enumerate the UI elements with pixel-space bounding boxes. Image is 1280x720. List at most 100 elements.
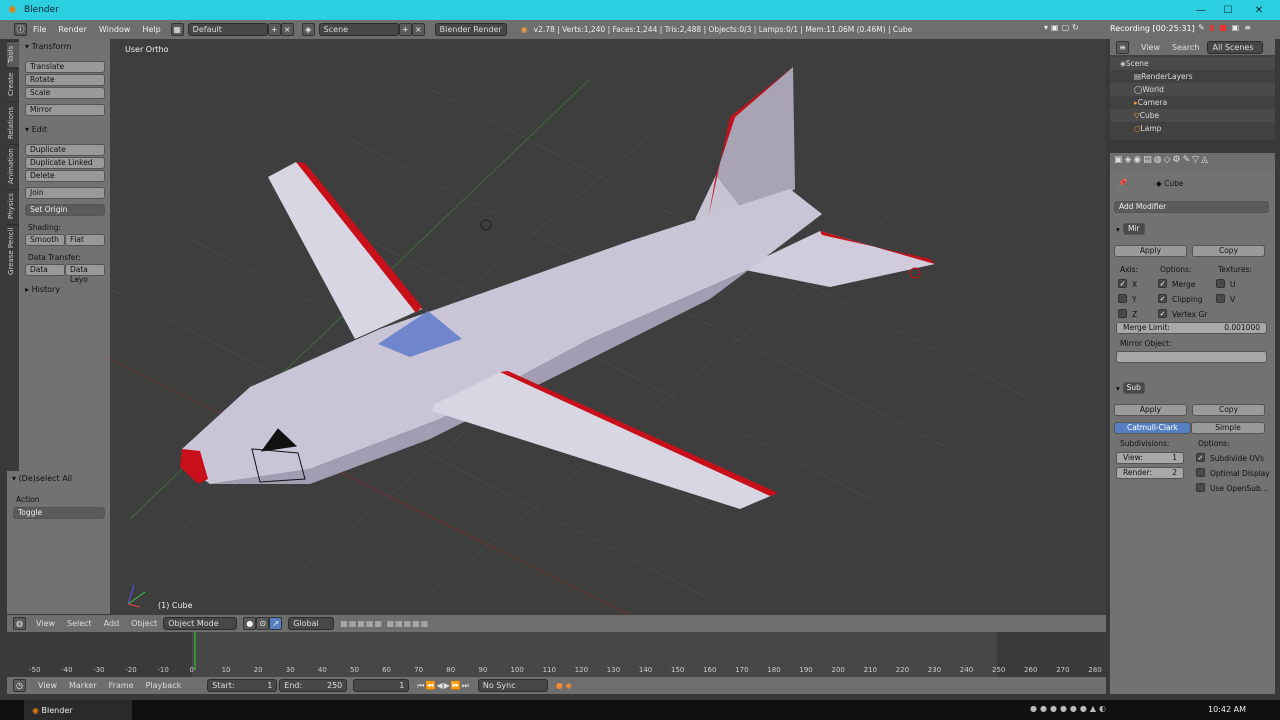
tab-relations[interactable]: Relations [7, 101, 19, 143]
delete-recording-icon[interactable]: ▮ [1210, 23, 1214, 32]
outliner-editor-icon[interactable]: ≡ [1116, 40, 1129, 54]
menu-view-timeline[interactable]: View [32, 681, 63, 690]
layer-buttons[interactable]: ▦▦▦▦▦ ▦▦▦▦▦ [340, 619, 429, 628]
texture-v-checkbox[interactable] [1216, 294, 1225, 303]
outliner-item-cube[interactable]: ▽ Cube [1110, 109, 1275, 122]
simple-button[interactable]: Simple [1191, 422, 1265, 434]
close-button[interactable]: ✕ [1244, 0, 1274, 20]
layout-grid-icon[interactable]: ▦ [170, 23, 184, 36]
maximize-button[interactable]: ☐ [1213, 0, 1243, 20]
pivot-icon[interactable]: ⊙ [256, 617, 270, 630]
scene-field[interactable]: Scene [318, 23, 399, 36]
outliner-view-menu[interactable]: View [1135, 43, 1166, 52]
current-frame-marker[interactable] [194, 632, 196, 670]
timeline[interactable]: -50 -40 -30 -20 -10 0 10 20 30 40 50 60 70 80 90 100 110… [7, 632, 1106, 677]
menu-view[interactable]: View [30, 619, 61, 628]
stop-icon[interactable]: ■ [1219, 23, 1227, 32]
menu-add[interactable]: Add [98, 619, 126, 628]
flat-button[interactable]: Flat [65, 234, 105, 246]
lamp-object[interactable] [480, 219, 492, 231]
chevron-down-icon[interactable]: ▾ [1044, 23, 1048, 32]
tray-icons[interactable]: ●●●●●●▲◐ [1030, 704, 1109, 713]
use-opensubdiv-checkbox[interactable] [1196, 483, 1205, 492]
menu-playback[interactable]: Playback [140, 681, 188, 690]
subsurf-modifier-header[interactable]: ▾ Sub [1116, 382, 1145, 394]
mirror-object-field[interactable] [1116, 351, 1267, 363]
screen-layout-field[interactable]: Default [187, 23, 268, 36]
add-scene-icon[interactable]: + [398, 23, 412, 36]
axis-y-checkbox[interactable] [1118, 294, 1127, 303]
refresh-icon[interactable]: ↻ [1072, 23, 1079, 32]
manipulator-icon[interactable]: ↗ [269, 617, 283, 630]
menu-icon[interactable]: ≡ [1244, 23, 1251, 32]
editor-type-icon[interactable]: ◍ [13, 617, 26, 630]
mode-select[interactable]: Object Mode [163, 617, 238, 630]
playback-controls[interactable]: ⏮⏪◀▶⏩⏭ [417, 681, 470, 691]
menu-select[interactable]: Select [61, 619, 98, 628]
screenshot-icon[interactable]: ▣ [1232, 23, 1240, 32]
record-icon[interactable]: ▣ [1051, 23, 1059, 32]
editor-type-icon[interactable]: ⓘ [14, 23, 27, 36]
minimize-button[interactable]: — [1186, 0, 1216, 20]
transform-header[interactable]: ▾ Transform [25, 42, 71, 51]
rotate-button[interactable]: Rotate [25, 74, 105, 86]
outliner-item-scene[interactable]: ◈ Scene [1110, 57, 1275, 70]
outliner[interactable]: ◈ Scene ▤ RenderLayers ◯ World ▸ Camera … [1110, 55, 1275, 140]
subsurf-apply-button[interactable]: Apply [1114, 404, 1187, 416]
timeline-editor-icon[interactable]: ◷ [13, 679, 26, 692]
outliner-search-menu[interactable]: Search [1166, 43, 1205, 52]
merge-limit-field[interactable]: Merge Limit: 0.001000 [1116, 322, 1267, 334]
join-button[interactable]: Join [25, 187, 105, 199]
properties-tab-icons[interactable]: ▣◈◉▤◍◇⚙✎▽◬ [1114, 155, 1210, 165]
menu-file[interactable]: File [27, 25, 52, 34]
merge-checkbox[interactable]: ✓ [1158, 279, 1167, 288]
mirror-button[interactable]: Mirror [25, 104, 105, 116]
mirror-apply-button[interactable]: Apply [1114, 245, 1187, 257]
sync-select[interactable]: No Sync [477, 679, 548, 692]
orientation-select[interactable]: Global [288, 617, 335, 630]
history-header[interactable]: ▸ History [25, 285, 60, 294]
subsurf-modifier-name[interactable]: Sub [1122, 382, 1145, 394]
duplicate-linked-button[interactable]: Duplicate Linked [25, 157, 105, 169]
remove-layout-icon[interactable]: × [280, 23, 294, 36]
pin-icon[interactable]: 📌 [1118, 178, 1127, 187]
tab-physics[interactable]: Physics [7, 189, 19, 223]
catmull-clark-button[interactable]: Catmull-Clark [1114, 422, 1191, 434]
render-engine-select[interactable]: Blender Render [434, 23, 507, 36]
texture-u-checkbox[interactable] [1216, 279, 1225, 288]
outliner-item-renderlayers[interactable]: ▤ RenderLayers [1110, 70, 1275, 83]
action-select[interactable]: Toggle [13, 507, 105, 519]
view-levels-field[interactable]: View: 1 [1116, 452, 1184, 464]
menu-help[interactable]: Help [136, 25, 166, 34]
3d-viewport[interactable]: User Ortho (1) Cube [110, 39, 1106, 615]
airplane-model[interactable] [180, 67, 935, 509]
scene-icon[interactable]: ◈ [301, 23, 315, 36]
data-layout-button[interactable]: Data Layo [65, 264, 105, 284]
outliner-scope-select[interactable]: All Scenes [1207, 40, 1264, 54]
menu-marker[interactable]: Marker [63, 681, 103, 690]
end-frame-field[interactable]: End: 250 [279, 679, 348, 692]
axis-x-checkbox[interactable]: ✓ [1118, 279, 1127, 288]
keyframe-icon[interactable]: ● ◆ [556, 681, 572, 690]
mirror-copy-button[interactable]: Copy [1192, 245, 1265, 257]
axis-z-checkbox[interactable] [1118, 309, 1127, 318]
duplicate-button[interactable]: Duplicate [25, 144, 105, 156]
clipping-checkbox[interactable]: ✓ [1158, 294, 1167, 303]
tab-grease-pencil[interactable]: Grease Pencil [7, 224, 19, 278]
subsurf-copy-button[interactable]: Copy [1192, 404, 1265, 416]
render-levels-field[interactable]: Render: 2 [1116, 467, 1184, 479]
mirror-modifier-name[interactable]: Mir [1122, 223, 1145, 235]
menu-frame[interactable]: Frame [103, 681, 140, 690]
tab-animation[interactable]: Animation [7, 144, 19, 188]
mirror-modifier-header[interactable]: ▾ Mir [1116, 223, 1145, 235]
outliner-item-world[interactable]: ◯ World [1110, 83, 1275, 96]
add-modifier-select[interactable]: Add Modifier [1114, 201, 1269, 213]
vertex-groups-checkbox[interactable]: ✓ [1158, 309, 1167, 318]
delete-button[interactable]: Delete [25, 170, 105, 182]
pencil-icon[interactable]: ✎ [1198, 23, 1205, 32]
edit-header[interactable]: ▾ Edit [25, 125, 47, 134]
operator-title[interactable]: ▾ (De)select All [12, 474, 72, 483]
remove-scene-icon[interactable]: × [411, 23, 425, 36]
tab-tools[interactable]: Tools [7, 41, 19, 67]
menu-object[interactable]: Object [125, 619, 163, 628]
